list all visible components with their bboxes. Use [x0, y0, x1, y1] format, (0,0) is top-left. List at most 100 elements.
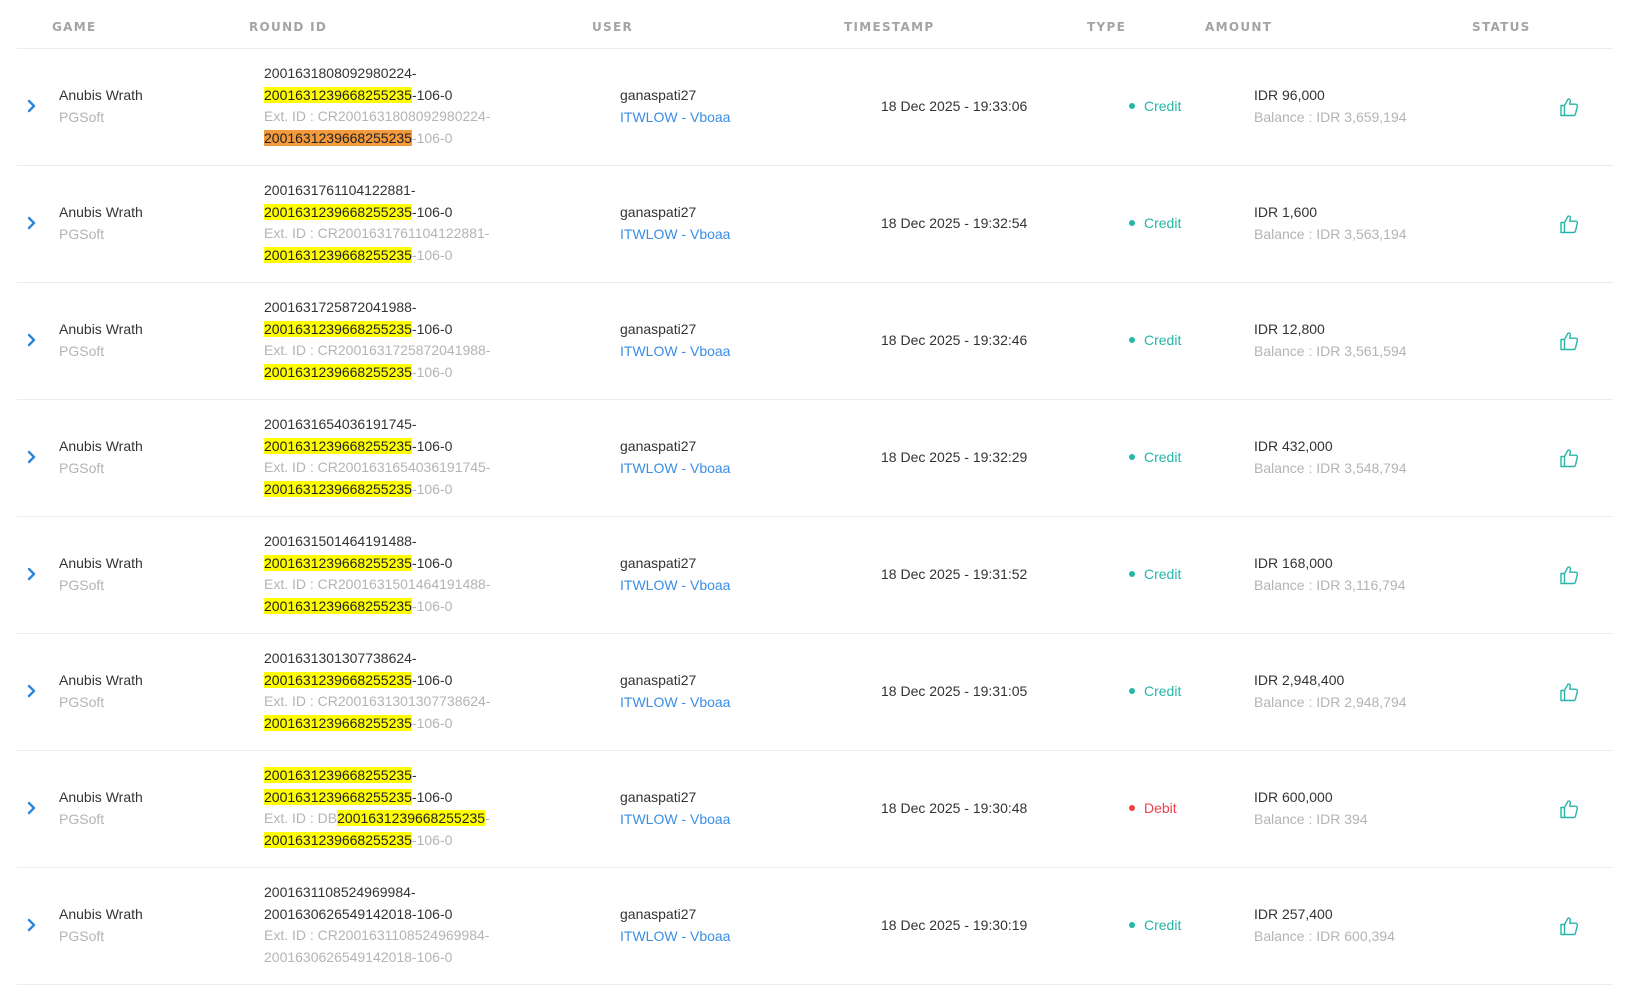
game-cell: Anubis Wrath PGSoft: [59, 319, 143, 362]
external-id-line: 2001631239668255235-106-0: [264, 245, 604, 267]
highlighted-id-segment: 2001631239668255235: [264, 597, 412, 614]
chevron-right-icon[interactable]: [24, 565, 40, 583]
game-provider: PGSoft: [59, 576, 105, 593]
round-id-line: 2001631725872041988-: [264, 297, 604, 319]
balance: Balance : IDR 3,659,194: [1254, 108, 1407, 125]
round-id-line: 2001630626549142018-106-0: [264, 904, 604, 926]
highlighted-id-segment: 2001631239668255235: [264, 203, 412, 220]
amount-cell: IDR 12,800 Balance : IDR 3,561,594: [1254, 319, 1407, 362]
agent-link[interactable]: ITWLOW - Vboaa: [620, 692, 730, 714]
column-header-status[interactable]: STATUS: [1472, 20, 1531, 34]
column-header-timestamp[interactable]: TIMESTAMP: [844, 20, 934, 34]
external-id-line: 2001631239668255235-106-0: [264, 362, 604, 384]
round-id-line: 2001631239668255235-106-0: [264, 436, 604, 458]
round-id: 2001631301307738624- 2001631239668255235-…: [264, 648, 604, 691]
id-segment: -106-0: [411, 203, 453, 220]
agent-link[interactable]: ITWLOW - Vboaa: [620, 224, 730, 246]
game-cell: Anubis Wrath PGSoft: [59, 904, 143, 947]
id-segment: -106-0: [411, 671, 453, 688]
type-badge: Debit: [1129, 798, 1177, 820]
round-id-line: 2001631239668255235-106-0: [264, 85, 604, 107]
external-id-line: Ext. ID : DB2001631239668255235-: [264, 808, 604, 830]
agent-link[interactable]: ITWLOW - Vboaa: [620, 809, 730, 831]
agent-link[interactable]: ITWLOW - Vboaa: [620, 341, 730, 363]
id-segment: -: [485, 810, 490, 826]
table-row[interactable]: Anubis Wrath PGSoft 2001631239668255235-…: [17, 751, 1613, 868]
id-segment: -: [411, 767, 417, 783]
thumbs-up-icon[interactable]: [1557, 914, 1581, 938]
agent-link[interactable]: ITWLOW - Vboaa: [620, 107, 730, 129]
transactions-table: GAME ROUND ID USER TIMESTAMP TYPE AMOUNT…: [17, 0, 1613, 985]
thumbs-up-icon[interactable]: [1557, 797, 1581, 821]
chevron-right-icon[interactable]: [24, 448, 40, 466]
column-header-game[interactable]: GAME: [52, 20, 96, 34]
chevron-right-icon[interactable]: [24, 331, 40, 349]
table-row[interactable]: Anubis Wrath PGSoft 2001631808092980224-…: [17, 49, 1613, 166]
highlighted-id-segment: 2001631239668255235: [264, 246, 412, 263]
table-row[interactable]: Anubis Wrath PGSoft 2001631501464191488-…: [17, 517, 1613, 634]
amount: IDR 2,948,400: [1254, 672, 1345, 688]
thumbs-up-icon[interactable]: [1557, 212, 1581, 236]
chevron-right-icon[interactable]: [24, 916, 40, 934]
chevron-right-icon[interactable]: [24, 682, 40, 700]
id-segment: Ext. ID : CR2001631761104122881-: [264, 225, 490, 241]
username: ganaspati27: [620, 438, 697, 454]
amount-cell: IDR 2,948,400 Balance : IDR 2,948,794: [1254, 670, 1407, 713]
username: ganaspati27: [620, 321, 697, 337]
round-id-line: 2001631239668255235-106-0: [264, 670, 604, 692]
thumbs-up-icon[interactable]: [1557, 446, 1581, 470]
type-badge: Credit: [1129, 564, 1181, 586]
table-row[interactable]: Anubis Wrath PGSoft 2001631725872041988-…: [17, 283, 1613, 400]
game-provider: PGSoft: [59, 225, 105, 242]
chevron-right-icon[interactable]: [24, 799, 40, 817]
column-header-round-id[interactable]: ROUND ID: [249, 20, 327, 34]
id-segment: 2001631725872041988-: [264, 299, 417, 315]
user-cell: ganaspati27 ITWLOW - Vboaa: [620, 670, 730, 713]
amount: IDR 257,400: [1254, 906, 1333, 922]
round-id-line: 2001631761104122881-: [264, 180, 604, 202]
balance: Balance : IDR 3,116,794: [1254, 576, 1406, 593]
timestamp: 18 Dec 2025 - 19:33:06: [881, 98, 1028, 114]
thumbs-up-icon[interactable]: [1557, 563, 1581, 587]
timestamp: 18 Dec 2025 - 19:32:29: [881, 449, 1028, 465]
id-segment: Ext. ID : CR2001631654036191745-: [264, 459, 491, 475]
external-id: Ext. ID : CR2001631761104122881- 20016312…: [264, 223, 604, 266]
chevron-right-icon[interactable]: [24, 97, 40, 115]
column-header-user[interactable]: USER: [592, 20, 633, 34]
table-row[interactable]: Anubis Wrath PGSoft 2001631654036191745-…: [17, 400, 1613, 517]
external-id: Ext. ID : CR2001631808092980224- 20016312…: [264, 106, 604, 149]
external-id: Ext. ID : CR2001631725872041988- 20016312…: [264, 340, 604, 383]
id-segment: -106-0: [411, 246, 453, 263]
column-header-amount[interactable]: AMOUNT: [1205, 20, 1272, 34]
game-provider: PGSoft: [59, 810, 105, 827]
thumbs-up-icon[interactable]: [1557, 329, 1581, 353]
highlighted-id-segment: 2001631239668255235: [264, 437, 412, 454]
external-id: Ext. ID : CR2001631108524969984- 20016306…: [264, 925, 604, 968]
round-id: 2001631654036191745- 2001631239668255235-…: [264, 414, 604, 457]
table-row[interactable]: Anubis Wrath PGSoft 2001631301307738624-…: [17, 634, 1613, 751]
column-header-type[interactable]: TYPE: [1087, 20, 1126, 34]
game-name: Anubis Wrath: [59, 438, 143, 454]
agent-link[interactable]: ITWLOW - Vboaa: [620, 458, 730, 480]
timestamp: 18 Dec 2025 - 19:31:52: [881, 566, 1028, 582]
highlighted-id-segment: 2001631239668255235: [264, 129, 412, 146]
round-id-cell: 2001631501464191488- 2001631239668255235-…: [264, 531, 604, 617]
user-cell: ganaspati27 ITWLOW - Vboaa: [620, 85, 730, 128]
user-cell: ganaspati27 ITWLOW - Vboaa: [620, 787, 730, 830]
chevron-right-icon[interactable]: [24, 214, 40, 232]
balance: Balance : IDR 3,563,194: [1254, 225, 1407, 242]
thumbs-up-icon[interactable]: [1557, 680, 1581, 704]
id-segment: 2001631808092980224-: [264, 65, 417, 81]
table-row[interactable]: Anubis Wrath PGSoft 2001631761104122881-…: [17, 166, 1613, 283]
type-dot: [1129, 220, 1135, 227]
agent-link[interactable]: ITWLOW - Vboaa: [620, 926, 730, 948]
round-id-cell: 2001631239668255235- 2001631239668255235-…: [264, 765, 604, 851]
highlighted-id-segment: 2001631239668255235: [337, 810, 486, 826]
external-id-line: Ext. ID : CR2001631808092980224-: [264, 106, 604, 128]
table-row[interactable]: Anubis Wrath PGSoft 2001631108524969984-…: [17, 868, 1613, 985]
agent-link[interactable]: ITWLOW - Vboaa: [620, 575, 730, 597]
thumbs-up-icon[interactable]: [1557, 95, 1581, 119]
amount: IDR 600,000: [1254, 789, 1333, 805]
game-name: Anubis Wrath: [59, 906, 143, 922]
game-cell: Anubis Wrath PGSoft: [59, 553, 143, 596]
